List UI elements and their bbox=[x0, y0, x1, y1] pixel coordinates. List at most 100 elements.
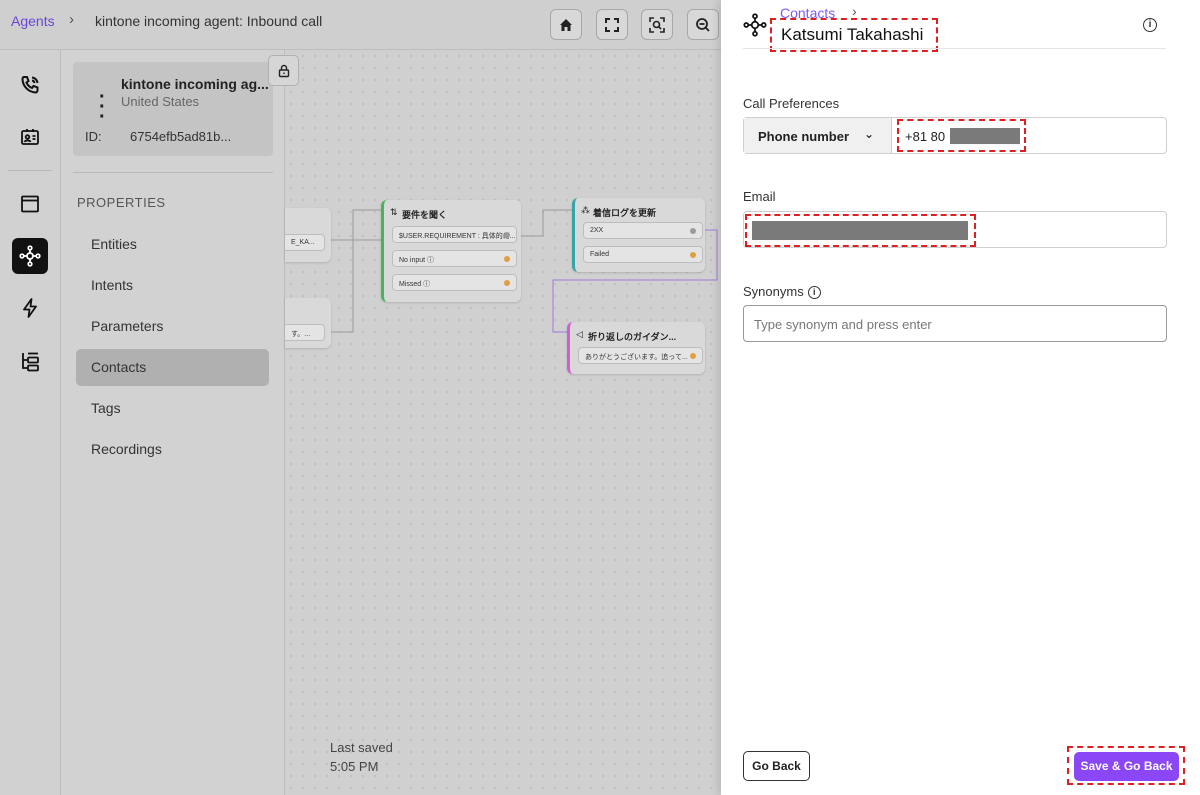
flow-node-row[interactable]: 2XX bbox=[583, 222, 703, 239]
lock-icon bbox=[278, 64, 289, 77]
port-dot[interactable] bbox=[690, 353, 696, 359]
flow-node-title: 要件を聞く bbox=[402, 210, 448, 220]
info-icon: ⓘ bbox=[423, 281, 431, 288]
last-saved-time: 5:05 PM bbox=[330, 759, 379, 774]
tree-list-icon bbox=[22, 352, 39, 372]
breadcrumb-separator: › bbox=[69, 11, 74, 28]
flow-node-row[interactable]: No input ⓘ bbox=[392, 250, 517, 267]
info-icon: ⓘ bbox=[427, 257, 435, 264]
property-contacts[interactable]: Contacts bbox=[76, 349, 269, 386]
flow-canvas[interactable]: E_KA... す。... ⇅ 要件を聞く $USER.REQUIREMENT … bbox=[285, 50, 721, 795]
agent-country: United States bbox=[121, 94, 200, 109]
flow-node-partial-1[interactable]: E_KA... bbox=[285, 208, 331, 262]
phone-type-label: Phone number bbox=[758, 129, 850, 144]
go-back-button[interactable]: Go Back bbox=[743, 751, 810, 781]
save-and-go-back-button[interactable]: Save & Go Back bbox=[1074, 752, 1179, 781]
rail-automations[interactable] bbox=[12, 290, 48, 326]
zoom-out-icon bbox=[696, 17, 710, 32]
flow-node-update-log[interactable]: ⁂ 着信ログを更新 2XX Failed bbox=[572, 198, 705, 272]
property-parameters[interactable]: Parameters bbox=[76, 308, 269, 345]
highlight-box-phone bbox=[897, 119, 1026, 152]
drawer-breadcrumb-separator: › bbox=[852, 3, 857, 19]
flow-node-row[interactable]: $USER.REQUIREMENT : 具体的に... bbox=[392, 226, 517, 243]
property-tags[interactable]: Tags bbox=[76, 390, 269, 427]
info-icon[interactable]: i bbox=[807, 286, 821, 300]
agent-name: kintone incoming ag... bbox=[121, 76, 269, 92]
lock-button[interactable] bbox=[268, 55, 299, 86]
phone-call-icon bbox=[21, 76, 39, 94]
focus-button[interactable] bbox=[641, 9, 673, 40]
synonyms-label-row: Synonyms i bbox=[743, 284, 821, 300]
flow-node-partial-2[interactable]: す。... bbox=[285, 298, 331, 348]
info-icon[interactable]: i bbox=[1143, 18, 1157, 32]
synonyms-input[interactable]: Type synonym and press enter bbox=[743, 305, 1167, 342]
network-icon: ⁂ bbox=[581, 205, 590, 215]
flow-node-title: 着信ログを更新 bbox=[593, 208, 657, 218]
property-entities[interactable]: Entities bbox=[76, 226, 269, 263]
flow-node-row[interactable]: す。... bbox=[285, 324, 325, 341]
fit-view-button[interactable] bbox=[596, 9, 628, 40]
flow-node-row-label: Failed bbox=[590, 251, 610, 258]
rail-calls[interactable] bbox=[12, 67, 48, 103]
flow-node-ask-requirement[interactable]: ⇅ 要件を聞く $USER.REQUIREMENT : 具体的に... No i… bbox=[381, 200, 521, 302]
window-icon bbox=[21, 195, 39, 213]
flow-node-callback-guide[interactable]: ◁ 折り返しのガイダン... ありがとうございます。追って... bbox=[567, 322, 705, 374]
flow-node-row[interactable]: Failed bbox=[583, 246, 703, 263]
rail-flow-builder[interactable] bbox=[12, 238, 48, 274]
zoom-out-button[interactable] bbox=[687, 9, 719, 40]
flow-node-row-label: $USER.REQUIREMENT : 具体的に... bbox=[399, 233, 516, 240]
speaker-icon: ◁ bbox=[576, 329, 583, 339]
properties-divider bbox=[73, 172, 273, 173]
port-dot[interactable] bbox=[690, 228, 696, 234]
flow-node-row[interactable]: ありがとうございます。追って... bbox=[578, 347, 703, 364]
port-dot[interactable] bbox=[504, 256, 510, 262]
properties-panel: · · · kintone incoming ag... United States… bbox=[61, 50, 285, 795]
top-bar: Agents › kintone incoming agent: Inbound… bbox=[0, 0, 721, 50]
properties-heading: PROPERTIES bbox=[77, 195, 166, 210]
flow-node-row[interactable]: Missed ⓘ bbox=[392, 274, 517, 291]
call-preferences-label: Call Preferences bbox=[743, 96, 840, 111]
lightning-icon bbox=[23, 298, 37, 318]
port-dot[interactable] bbox=[690, 252, 696, 258]
chevron-down-icon: ⌄ bbox=[864, 127, 875, 141]
port-dot[interactable] bbox=[504, 280, 510, 286]
id-card-icon bbox=[21, 129, 39, 145]
rail-divider bbox=[8, 170, 52, 171]
contact-name-title: Katsumi Takahashi bbox=[781, 25, 924, 44]
home-button[interactable] bbox=[550, 9, 582, 40]
last-saved-label: Last saved bbox=[330, 740, 393, 755]
flow-node-row-label: 2XX bbox=[590, 227, 604, 234]
email-label: Email bbox=[743, 189, 776, 204]
rail-layout[interactable] bbox=[12, 186, 48, 222]
last-saved-status: Last saved 5:05 PM bbox=[330, 738, 393, 776]
expand-icon bbox=[605, 17, 619, 32]
agent-id-label: ID: bbox=[85, 129, 102, 144]
synonyms-label: Synonyms bbox=[743, 284, 804, 299]
page-title: kintone incoming agent: Inbound call bbox=[95, 13, 323, 29]
flow-connectors bbox=[327, 209, 718, 333]
port-dot[interactable] bbox=[504, 232, 510, 238]
contact-drawer: Contacts › Katsumi Takahashi i Call Pref… bbox=[721, 0, 1200, 795]
flow-node-title: 折り返しのガイダン... bbox=[588, 332, 677, 342]
flow-node-row[interactable]: E_KA... bbox=[285, 234, 325, 251]
phone-field-group: Phone number ⌄ +81 80 bbox=[743, 117, 1167, 154]
property-intents[interactable]: Intents bbox=[76, 267, 269, 304]
property-recordings[interactable]: Recordings bbox=[76, 431, 269, 468]
rail-hierarchy[interactable] bbox=[12, 343, 48, 379]
flow-node-row-label: Missed bbox=[399, 281, 422, 288]
agent-card: · · · kintone incoming ag... United States… bbox=[73, 62, 273, 156]
breadcrumb-agents-link[interactable]: Agents bbox=[11, 13, 55, 29]
email-field[interactable] bbox=[743, 211, 1167, 248]
rail-contacts-card[interactable] bbox=[12, 119, 48, 155]
home-icon bbox=[560, 18, 572, 31]
flow-node-row-label: ありがとうございます。追って... bbox=[585, 354, 688, 361]
more-vertical-icon[interactable]: · · · bbox=[99, 87, 106, 127]
nav-rail bbox=[0, 50, 61, 795]
highlight-box-email bbox=[745, 214, 976, 247]
phone-type-select[interactable]: Phone number ⌄ bbox=[744, 118, 892, 153]
flow-nodes-icon bbox=[743, 13, 767, 37]
flow-nodes-icon bbox=[19, 245, 41, 267]
drawer-header-divider bbox=[743, 48, 1166, 49]
agent-id-value: 6754efb5ad81b... bbox=[130, 129, 232, 144]
flow-node-row-label: No input bbox=[399, 257, 426, 264]
